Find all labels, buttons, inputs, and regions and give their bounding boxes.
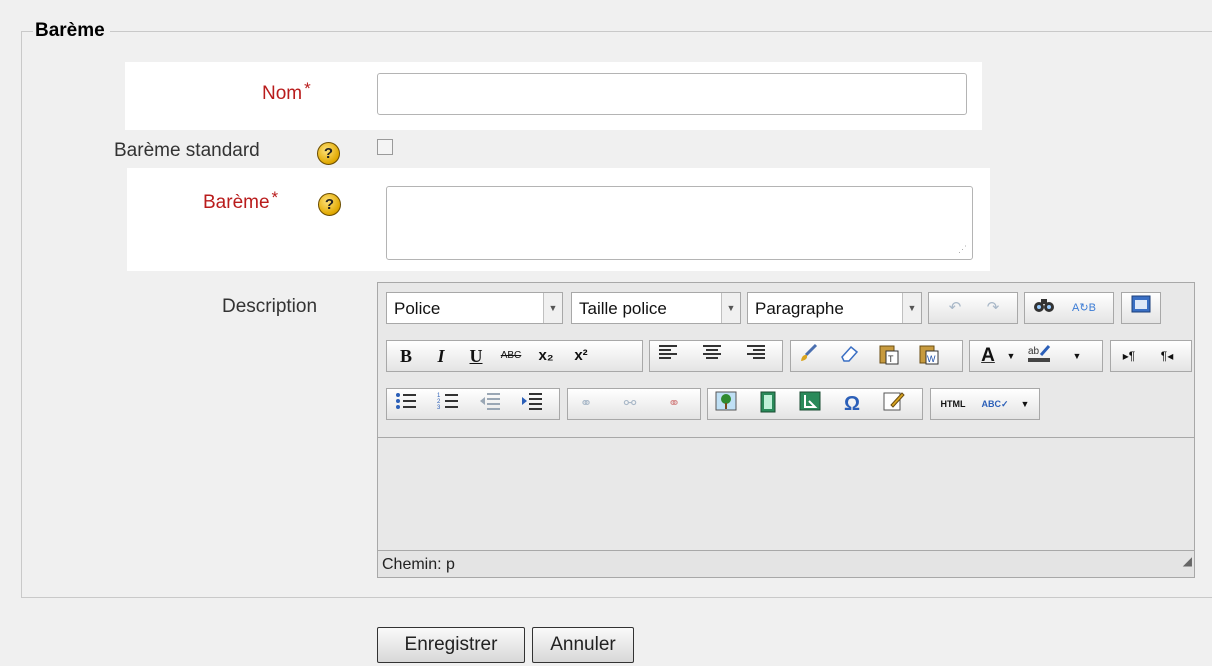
edit-note-icon[interactable] [880, 391, 908, 417]
subscript-button[interactable]: x₂ [532, 343, 560, 369]
color-group: A ▼ ab ▼ [969, 340, 1103, 372]
chevron-down-icon[interactable]: ▼ [1070, 343, 1084, 369]
spellcheck-label: ABC [981, 399, 1001, 409]
svg-text:W: W [927, 354, 936, 364]
outdent-icon[interactable] [476, 391, 504, 417]
image-icon[interactable] [712, 391, 740, 417]
text-color-icon[interactable]: A [974, 343, 1002, 369]
superscript-button[interactable]: x² [567, 343, 595, 369]
code-group: HTML ABC✓ ▼ [930, 388, 1040, 420]
indent-icon[interactable] [518, 391, 546, 417]
unlink-icon[interactable]: ⚯ [616, 391, 644, 417]
align-center-icon[interactable] [698, 343, 726, 369]
svg-text:3: 3 [437, 405, 441, 411]
svg-text:T: T [888, 354, 894, 364]
description-label: Description [222, 296, 318, 317]
find-icon[interactable] [1030, 295, 1058, 321]
standard-scale-checkbox[interactable] [377, 139, 393, 155]
chevron-down-icon: ▼ [543, 293, 562, 323]
chevron-down-icon: ▼ [902, 293, 921, 323]
redo-icon[interactable]: ↷ [979, 295, 1007, 321]
rich-text-editor: Police ▼ Taille police ▼ Paragraphe ▼ ↶ ↷ A… [377, 282, 1195, 578]
anchor-icon[interactable]: ⚭ [660, 391, 688, 417]
scale-label: Barème * [203, 188, 278, 214]
chevron-down-icon[interactable]: ▼ [1017, 391, 1033, 417]
scale-textarea[interactable] [386, 186, 973, 260]
spellcheck-button[interactable]: ABC✓ [975, 391, 1015, 417]
toolbar-row-2: B I U ABC x₂ x² T W A ▼ ab ▼ ▸¶ ¶◂ [386, 340, 1192, 372]
html-source-button[interactable]: HTML [935, 391, 971, 417]
eraser-icon[interactable] [835, 343, 863, 369]
name-input[interactable] [377, 73, 967, 115]
section-legend: Barème [33, 20, 110, 42]
help-icon[interactable]: ? [318, 193, 341, 216]
font-size-value: Taille police [579, 299, 667, 318]
textarea-resize-grip[interactable]: ⋰ [958, 244, 967, 255]
standard-scale-label: Barème standard [114, 140, 260, 161]
save-button[interactable]: Enregistrer [377, 627, 525, 663]
required-marker: * [304, 79, 311, 98]
scale-label-text: Barème [203, 192, 270, 213]
fullscreen-group [1121, 292, 1161, 324]
insert-group: Ω [707, 388, 923, 420]
insert-link-icon[interactable] [796, 391, 824, 417]
media-icon[interactable] [754, 391, 782, 417]
paste-word-icon[interactable]: W [915, 343, 943, 369]
text-style-group: B I U ABC x₂ x² [386, 340, 643, 372]
align-right-icon[interactable] [741, 343, 769, 369]
highlight-color-icon[interactable]: ab [1026, 343, 1054, 369]
rtl-icon[interactable]: ¶◂ [1153, 343, 1181, 369]
link-icon[interactable]: ⚭ [572, 391, 600, 417]
name-label: Nom * [262, 79, 311, 105]
chevron-down-icon[interactable]: ▼ [1004, 343, 1018, 369]
cleanup-brush-icon[interactable] [795, 343, 823, 369]
help-icon[interactable]: ? [317, 142, 340, 165]
toolbar-row-3: 123 ⚭ ⚯ ⚭ Ω HTML ABC✓ ▼ [386, 388, 1046, 420]
history-group: ↶ ↷ [928, 292, 1018, 324]
resize-handle-icon[interactable]: ◢ [1183, 548, 1192, 575]
editor-path-bar: Chemin: p ◢ [378, 550, 1194, 577]
font-select-value: Police [394, 299, 441, 318]
bold-button[interactable]: B [392, 343, 420, 369]
align-left-icon[interactable] [655, 343, 683, 369]
ltr-icon[interactable]: ▸¶ [1115, 343, 1143, 369]
bullet-list-icon[interactable] [392, 391, 420, 417]
underline-button[interactable]: U [462, 343, 490, 369]
editor-path-text: Chemin: p [382, 556, 455, 573]
list-group: 123 [386, 388, 560, 420]
cancel-button[interactable]: Annuler [532, 627, 634, 663]
fullscreen-icon[interactable] [1127, 295, 1155, 321]
toolbar-row-1: Police ▼ Taille police ▼ Paragraphe ▼ ↶ ↷ A… [386, 292, 1186, 324]
chevron-down-icon: ▼ [721, 293, 740, 323]
paragraph-value: Paragraphe [755, 299, 844, 318]
numbered-list-icon[interactable]: 123 [434, 391, 462, 417]
required-marker: * [271, 188, 279, 207]
name-label-text: Nom [262, 83, 303, 104]
svg-text:ab: ab [1028, 346, 1040, 357]
clipboard-group: T W [790, 340, 963, 372]
font-select[interactable]: Police ▼ [386, 292, 563, 324]
strikethrough-button[interactable]: ABC [497, 343, 525, 369]
paragraph-select[interactable]: Paragraphe ▼ [747, 292, 922, 324]
editor-content-area[interactable] [378, 437, 1194, 552]
paste-text-icon[interactable]: T [875, 343, 903, 369]
alignment-group [649, 340, 783, 372]
direction-group: ▸¶ ¶◂ [1110, 340, 1192, 372]
replace-icon[interactable]: A↻B [1070, 295, 1098, 321]
font-size-select[interactable]: Taille police ▼ [571, 292, 741, 324]
link-group: ⚭ ⚯ ⚭ [567, 388, 701, 420]
search-group: A↻B [1024, 292, 1114, 324]
special-char-button[interactable]: Ω [838, 391, 866, 417]
undo-icon[interactable]: ↶ [941, 295, 969, 321]
italic-button[interactable]: I [427, 343, 455, 369]
